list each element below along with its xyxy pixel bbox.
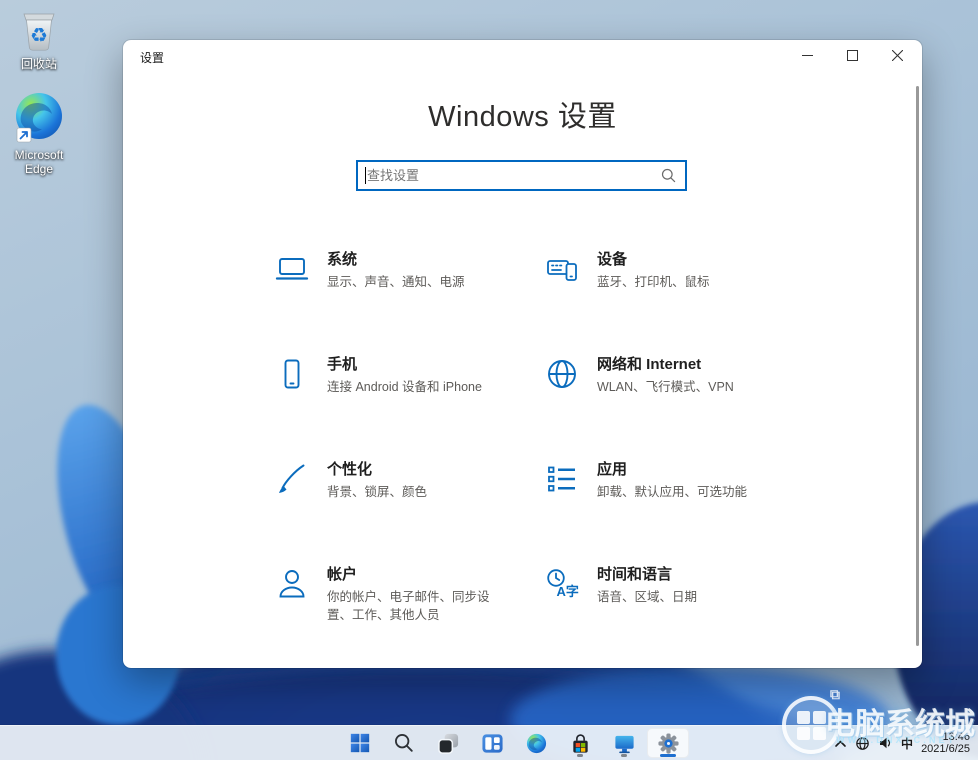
taskbar-tray: 中 13:46 2021/6/25 <box>834 726 973 760</box>
speaker-icon <box>880 737 891 749</box>
clock-date: 2021/6/25 <box>921 743 970 755</box>
svg-text:A字: A字 <box>557 584 579 599</box>
store-button[interactable] <box>559 728 601 758</box>
hidden-icons-button[interactable] <box>834 738 847 749</box>
tile-title: 网络和 Internet <box>597 356 702 373</box>
recycle-bin-icon: ♻ <box>23 13 55 51</box>
page-title: Windows 设置 <box>428 101 617 133</box>
task-view-button[interactable] <box>427 728 469 758</box>
monitor-icon <box>614 735 634 753</box>
tile-network[interactable]: 网络和 Internet WLAN、飞行模式、VPN <box>545 355 815 460</box>
settings-category-grid: 系统 显示、声音、通知、电源 设备 蓝牙、打印机、鼠标 手机 连接 Androi… <box>275 250 815 670</box>
tile-title: 帐户 <box>327 566 358 583</box>
taskbar-center-icons <box>338 726 690 760</box>
input-method-indicator[interactable]: 中 <box>901 735 913 752</box>
window-title: 设置 <box>140 51 165 65</box>
svg-text:♻: ♻ <box>30 23 48 47</box>
store-bag-icon <box>572 733 588 753</box>
desktop-icon-edge[interactable]: Microsoft Edge <box>0 90 78 176</box>
system-laptop-icon <box>275 258 309 280</box>
minimize-icon <box>802 54 813 56</box>
maximize-icon <box>847 49 858 61</box>
active-indicator <box>660 754 676 757</box>
settings-window: 设置 Windows 设置 系统 显示、声音、通知、电源 <box>123 40 922 668</box>
apps-list-icon <box>548 466 575 492</box>
windows-logo-icon <box>350 733 370 753</box>
tile-title: 手机 <box>327 356 358 373</box>
desktop-icon-label: Microsoft Edge <box>14 148 64 176</box>
settings-search-box <box>356 160 687 191</box>
running-indicator <box>577 754 583 757</box>
time-language-icon: A字 <box>547 569 579 599</box>
edge-logo-icon <box>16 93 62 143</box>
text-caret <box>365 167 366 184</box>
tile-subtitle: 连接 Android 设备和 iPhone <box>327 380 482 394</box>
search-icon <box>395 734 413 752</box>
edge-icon <box>526 733 546 753</box>
search-input[interactable] <box>358 162 661 189</box>
widgets-icon <box>481 733 503 753</box>
tile-apps[interactable]: 应用 卸载、默认应用、可选功能 <box>545 460 815 565</box>
close-icon <box>892 49 903 61</box>
phone-icon <box>284 359 300 389</box>
this-pc-button[interactable] <box>603 728 645 758</box>
globe-icon <box>856 736 869 750</box>
tile-time-language[interactable]: A字 时间和语言 语音、区域、日期 <box>545 565 815 670</box>
caption-buttons <box>785 40 920 70</box>
tile-title: 设备 <box>597 251 628 268</box>
start-button[interactable] <box>339 728 381 758</box>
search-icon <box>661 168 676 183</box>
desktop-icon-recycle-bin[interactable]: ♻ 回收站 <box>0 5 78 71</box>
devices-icon <box>547 260 577 281</box>
personalization-brush-icon <box>279 464 305 493</box>
tile-title: 系统 <box>327 251 358 268</box>
minimize-button[interactable] <box>785 40 830 70</box>
desktop-icon-label: 回收站 <box>20 57 57 71</box>
tile-subtitle: 语音、区域、日期 <box>597 590 698 604</box>
widgets-button[interactable] <box>471 728 513 758</box>
tile-personalization[interactable]: 个性化 背景、锁屏、颜色 <box>275 460 545 565</box>
tile-system[interactable]: 系统 显示、声音、通知、电源 <box>275 250 545 355</box>
running-indicator <box>621 754 627 757</box>
tile-subtitle: 背景、锁屏、颜色 <box>327 485 428 499</box>
tile-subtitle: 蓝牙、打印机、鼠标 <box>597 275 710 289</box>
tile-subtitle: 显示、声音、通知、电源 <box>327 275 465 289</box>
taskbar-clock[interactable]: 13:46 2021/6/25 <box>921 731 973 756</box>
edge-button[interactable] <box>515 728 557 758</box>
network-tray-button[interactable] <box>855 736 870 751</box>
tile-title: 时间和语言 <box>597 566 673 583</box>
chevron-up-icon <box>835 740 846 747</box>
volume-tray-button[interactable] <box>878 736 893 750</box>
gear-icon <box>657 732 679 754</box>
tile-subtitle: 卸载、默认应用、可选功能 <box>597 485 748 499</box>
task-view-icon <box>437 733 458 754</box>
taskbar: 中 13:46 2021/6/25 <box>0 725 978 760</box>
maximize-button[interactable] <box>830 40 875 70</box>
tile-title: 个性化 <box>327 461 373 478</box>
tile-subtitle: WLAN、飞行模式、VPN <box>597 380 734 394</box>
tile-devices[interactable]: 设备 蓝牙、打印机、鼠标 <box>545 250 815 355</box>
settings-button[interactable] <box>647 728 689 758</box>
close-button[interactable] <box>875 40 920 70</box>
tile-subtitle: 你的帐户、电子邮件、同步设 置、工作、其他人员 <box>327 590 490 622</box>
accounts-person-icon <box>279 570 305 598</box>
search-button[interactable] <box>383 728 425 758</box>
network-globe-icon <box>548 360 576 388</box>
clock-time: 13:46 <box>942 730 970 743</box>
tile-phone[interactable]: 手机 连接 Android 设备和 iPhone <box>275 355 545 460</box>
tile-title: 应用 <box>597 461 628 478</box>
tile-accounts[interactable]: 帐户 你的帐户、电子邮件、同步设 置、工作、其他人员 <box>275 565 545 670</box>
window-scrollbar[interactable] <box>916 86 919 646</box>
